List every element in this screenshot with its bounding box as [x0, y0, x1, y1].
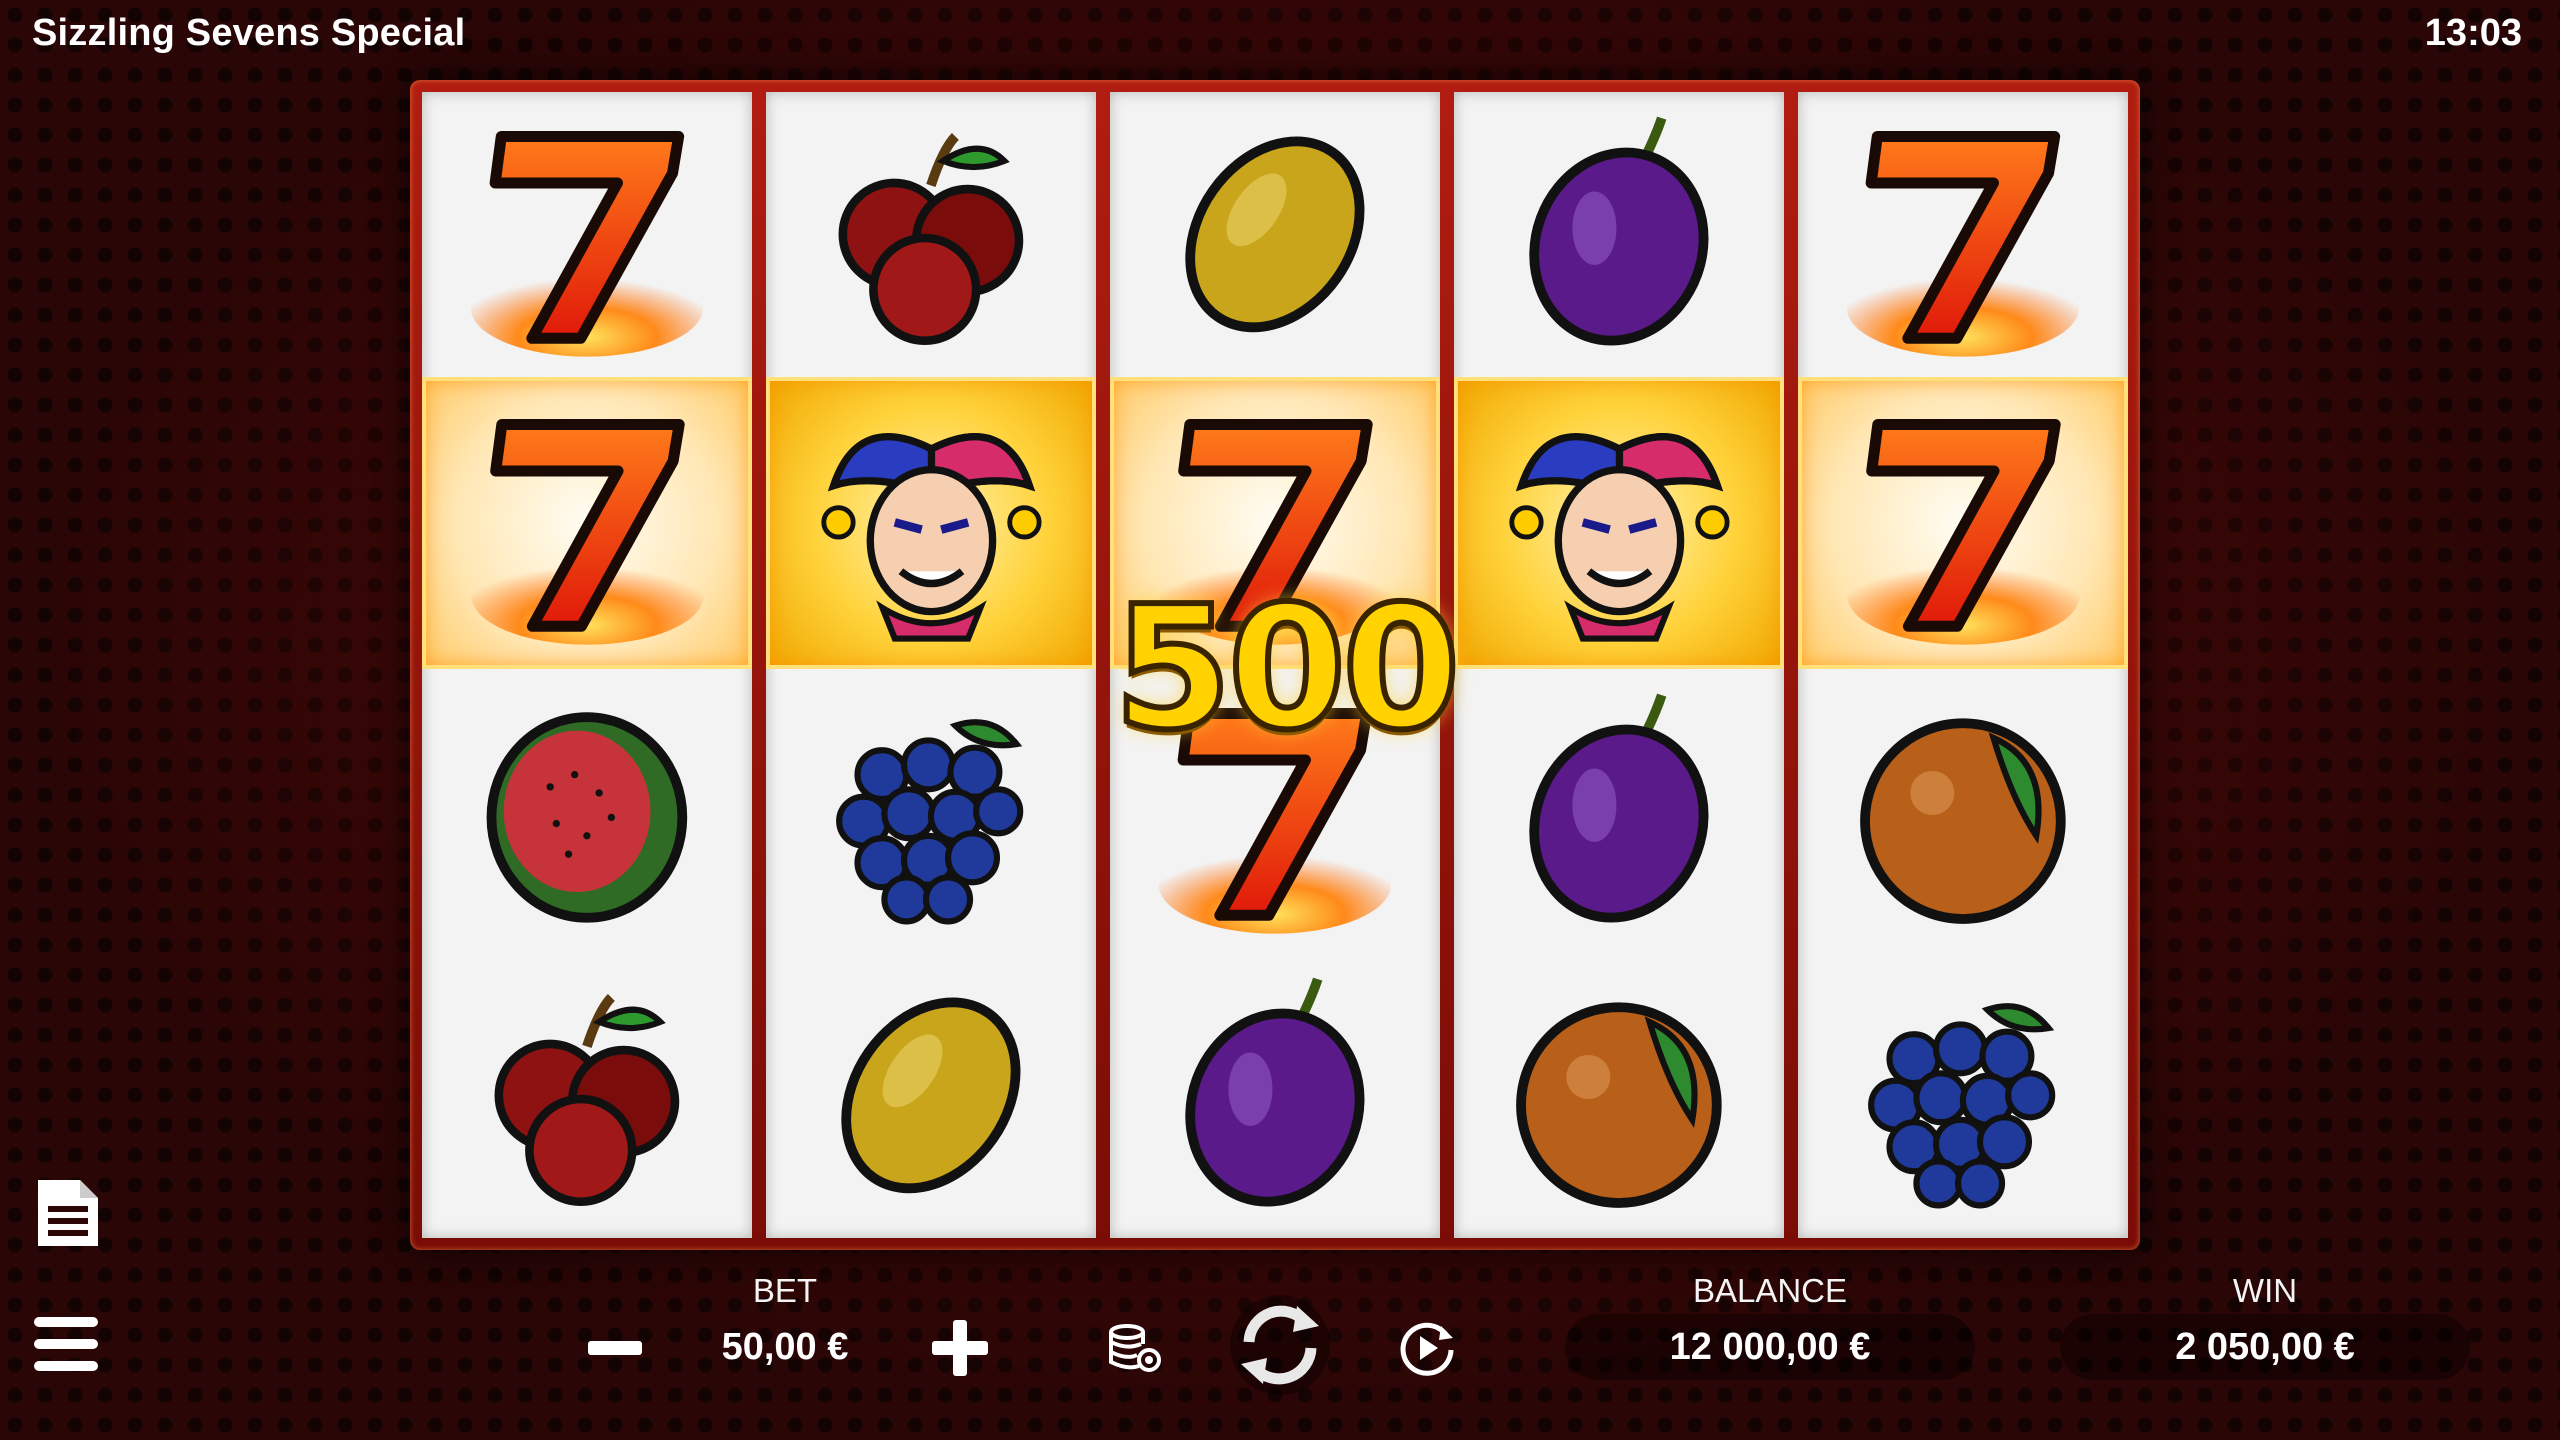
symbol-cell-seven: [1798, 92, 2128, 377]
symbol-cell-cherry: [766, 92, 1096, 377]
bet-label: BET: [752, 1272, 818, 1309]
lemon-symbol: [1185, 136, 1365, 333]
reel-5: [1798, 92, 2128, 1238]
hamburger-menu-icon: [34, 1317, 98, 1371]
bet-value: 50,00 €: [721, 1325, 849, 1368]
spin-button[interactable]: [1225, 1285, 1335, 1405]
symbol-cell-seven: [1798, 376, 2128, 669]
plum-symbol: [1185, 977, 1365, 1207]
autoplay-icon: [1400, 1322, 1454, 1376]
symbol-cell-orange: [1798, 669, 2128, 954]
reel-2: [766, 92, 1096, 1238]
coins-settings-icon: [1109, 1324, 1161, 1372]
joker-symbol: [820, 433, 1042, 643]
win-amount-overlay: 500: [1111, 567, 1464, 771]
autoplay-button[interactable]: [1392, 1315, 1462, 1381]
document-icon: [38, 1180, 98, 1246]
balance-label: BALANCE: [1692, 1272, 1848, 1309]
seven-symbol: [1846, 419, 2080, 646]
plum-symbol: [1529, 693, 1709, 923]
symbol-cell-lemon: [766, 954, 1096, 1239]
reel-4: [1454, 92, 1784, 1238]
lemon-symbol: [841, 997, 1021, 1194]
seven-symbol: [1846, 130, 2080, 357]
win-label: WIN: [2232, 1272, 2298, 1309]
joker-symbol: [1508, 433, 1730, 643]
spin-arrows-icon: [1230, 1295, 1330, 1395]
clock: 13:03: [2424, 12, 2522, 54]
symbol-cell-grapes: [766, 669, 1096, 954]
bet-increase-button[interactable]: [925, 1315, 995, 1381]
seven-symbol: [470, 130, 704, 357]
plus-icon: [932, 1320, 988, 1376]
symbol-cell-lemon: [1110, 92, 1440, 377]
game-title: Sizzling Sevens Special: [32, 12, 466, 54]
symbol-cell-seven: [422, 376, 752, 669]
symbol-cell-joker: [1454, 376, 1784, 669]
symbol-cell-joker: [766, 376, 1096, 669]
orange-symbol: [1516, 1002, 1722, 1209]
grapes-symbol: [836, 719, 1024, 925]
bet-settings-button[interactable]: [1100, 1315, 1170, 1381]
symbol-cell-grapes: [1798, 954, 2128, 1239]
reel-1: [422, 92, 752, 1238]
paytable-button[interactable]: [34, 1176, 102, 1250]
symbol-cell-cherry: [422, 954, 752, 1239]
orange-symbol: [1860, 718, 2066, 924]
minus-icon: [588, 1341, 642, 1355]
symbol-cell-plum: [1454, 669, 1784, 954]
symbol-cell-orange: [1454, 954, 1784, 1239]
plum-symbol: [1529, 116, 1709, 346]
symbol-cell-plum: [1110, 954, 1440, 1239]
balance-value: 12 000,00 €: [1565, 1314, 1975, 1380]
bet-decrease-button[interactable]: [580, 1318, 650, 1378]
symbol-cell-plum: [1454, 92, 1784, 377]
symbol-cell-watermelon: [422, 669, 752, 954]
symbol-cell-seven: [422, 92, 752, 377]
win-value: 2 050,00 €: [2060, 1314, 2470, 1380]
watermelon-symbol: [486, 712, 688, 923]
seven-symbol: [470, 419, 704, 646]
cherry-symbol: [494, 994, 680, 1207]
menu-button[interactable]: [34, 1315, 98, 1373]
cherry-symbol: [838, 132, 1024, 345]
grapes-symbol: [1868, 1003, 2056, 1209]
